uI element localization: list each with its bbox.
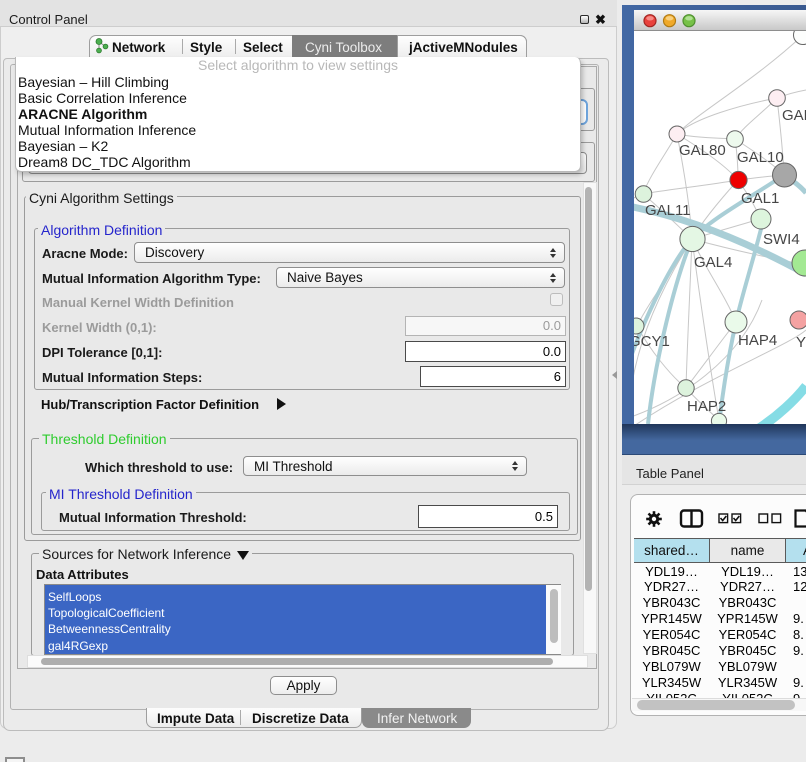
svg-text:GAL10: GAL10 bbox=[737, 149, 784, 166]
svg-text:GAL11: GAL11 bbox=[645, 202, 691, 219]
svg-text:SWI4: SWI4 bbox=[763, 231, 800, 248]
svg-text:GAL: GAL bbox=[782, 107, 806, 124]
svg-text:Y: Y bbox=[796, 334, 806, 351]
svg-text:GAL4: GAL4 bbox=[694, 254, 732, 271]
svg-text:HAP2: HAP2 bbox=[687, 398, 726, 415]
svg-text:GCY1: GCY1 bbox=[634, 333, 670, 350]
svg-text:GAL80: GAL80 bbox=[679, 142, 726, 159]
svg-text:HAP4: HAP4 bbox=[738, 332, 777, 349]
svg-text:GAL1: GAL1 bbox=[741, 190, 779, 207]
